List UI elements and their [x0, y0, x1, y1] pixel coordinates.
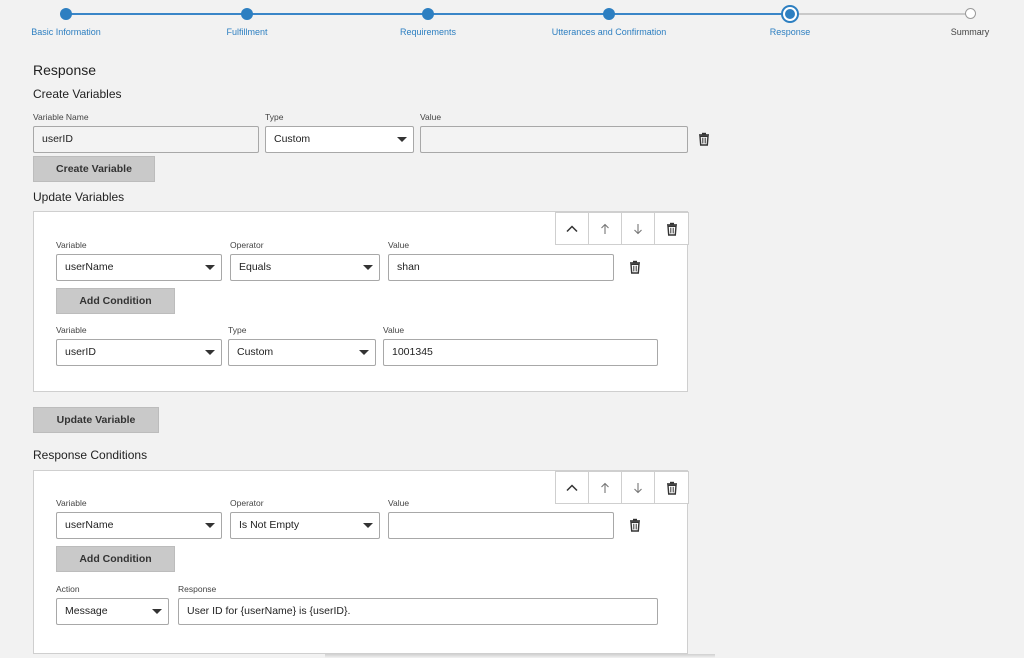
step-dot — [60, 8, 72, 20]
chevron-up-icon — [566, 224, 578, 232]
caret-down-icon — [205, 265, 215, 270]
type-label: Type — [265, 112, 284, 122]
response-label: Response — [178, 584, 217, 594]
step-summary[interactable]: Summary — [890, 0, 1024, 37]
rc-variable-select[interactable]: userName — [56, 512, 222, 539]
update-variables-heading: Update Variables — [33, 190, 125, 204]
assign-value-input[interactable]: 1001345 — [383, 339, 658, 366]
step-requirements[interactable]: Requirements — [348, 0, 508, 37]
assign-value-label: Value — [383, 325, 405, 335]
assign-type-value: Custom — [237, 346, 274, 358]
add-condition-button[interactable]: Add Condition — [56, 288, 175, 314]
step-label: Requirements — [399, 27, 457, 37]
step-dot — [241, 8, 253, 20]
condition-operator-value: Equals — [239, 261, 272, 273]
arrow-down-icon — [634, 482, 642, 493]
rc-value-input[interactable] — [388, 512, 614, 539]
move-down-button[interactable] — [622, 472, 655, 503]
condition-value-label: Value — [388, 240, 410, 250]
assign-type-select[interactable]: Custom — [228, 339, 376, 366]
caret-down-icon — [205, 523, 215, 528]
assign-variable-select[interactable]: userID — [56, 339, 222, 366]
variable-name-input[interactable]: userID — [33, 126, 259, 153]
value-input[interactable] — [420, 126, 688, 153]
add-condition-button[interactable]: Add Condition — [56, 546, 175, 572]
step-basic-information[interactable]: Basic Information — [0, 0, 146, 37]
trash-icon — [666, 222, 677, 236]
arrow-up-icon — [601, 482, 609, 493]
step-utterances-and-confirmation[interactable]: Utterances and Confirmation — [529, 0, 689, 37]
condition-variable-label: Variable — [56, 240, 87, 250]
response-conditions-toolbar — [555, 471, 689, 504]
arrow-up-icon — [601, 223, 609, 234]
page-title: Response — [33, 62, 97, 78]
rc-operator-select[interactable]: Is Not Empty — [230, 512, 380, 539]
assign-type-label: Type — [228, 325, 247, 335]
rc-value-label: Value — [388, 498, 410, 508]
type-select-value: Custom — [274, 133, 311, 145]
collapse-button[interactable] — [556, 213, 589, 244]
chevron-up-icon — [566, 483, 578, 491]
create-variables-heading: Create Variables — [33, 87, 122, 101]
step-label: Basic Information — [31, 27, 101, 37]
step-fulfillment[interactable]: Fulfillment — [167, 0, 327, 37]
condition-operator-label: Operator — [230, 240, 264, 250]
variable-name-label: Variable Name — [33, 112, 89, 122]
delete-block-button[interactable] — [655, 472, 688, 503]
move-up-button[interactable] — [589, 213, 622, 244]
assign-variable-label: Variable — [56, 325, 87, 335]
caret-down-icon — [363, 265, 373, 270]
step-label: Utterances and Confirmation — [551, 27, 667, 37]
value-label: Value — [420, 112, 442, 122]
move-down-button[interactable] — [622, 213, 655, 244]
move-up-button[interactable] — [589, 472, 622, 503]
step-dot — [603, 8, 615, 20]
step-label: Fulfillment — [226, 27, 268, 37]
step-label: Response — [769, 27, 811, 37]
step-dot-pending — [964, 8, 976, 19]
condition-variable-value: userName — [65, 261, 114, 273]
step-response[interactable]: Response — [710, 0, 870, 37]
caret-down-icon — [205, 350, 215, 355]
action-select-value: Message — [65, 605, 108, 617]
step-dot-current — [783, 7, 797, 21]
update-variable-button[interactable]: Update Variable — [33, 407, 159, 433]
create-variable-button[interactable]: Create Variable — [33, 156, 155, 182]
condition-value-input[interactable]: shan — [388, 254, 614, 281]
collapse-button[interactable] — [556, 472, 589, 503]
arrow-down-icon — [634, 223, 642, 234]
condition-variable-select[interactable]: userName — [56, 254, 222, 281]
rc-variable-label: Variable — [56, 498, 87, 508]
action-select[interactable]: Message — [56, 598, 169, 625]
step-label: Summary — [950, 27, 990, 37]
rc-variable-value: userName — [65, 519, 114, 531]
caret-down-icon — [397, 137, 407, 142]
action-label: Action — [56, 584, 80, 594]
caret-down-icon — [359, 350, 369, 355]
trash-icon[interactable] — [628, 260, 642, 274]
caret-down-icon — [152, 609, 162, 614]
delete-block-button[interactable] — [655, 213, 688, 244]
progress-stepper: Basic Information Fulfillment Requiremen… — [0, 0, 1024, 50]
response-conditions-heading: Response Conditions — [33, 448, 148, 462]
condition-operator-select[interactable]: Equals — [230, 254, 380, 281]
rc-operator-value: Is Not Empty — [239, 519, 300, 531]
trash-icon[interactable] — [628, 518, 642, 532]
update-variables-toolbar — [555, 212, 689, 245]
type-select[interactable]: Custom — [265, 126, 414, 153]
trash-icon[interactable] — [697, 132, 711, 146]
rc-operator-label: Operator — [230, 498, 264, 508]
scroll-shadow — [325, 654, 715, 658]
step-dot — [422, 8, 434, 20]
caret-down-icon — [363, 523, 373, 528]
assign-variable-value: userID — [65, 346, 96, 358]
response-input[interactable]: User ID for {userName} is {userID}. — [178, 598, 658, 625]
trash-icon — [666, 481, 677, 495]
